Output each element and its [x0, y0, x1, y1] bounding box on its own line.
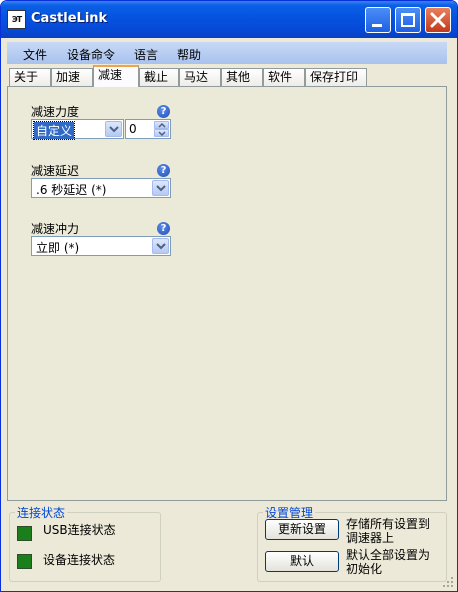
brake-punch-label: 减速冲力 — [31, 222, 80, 236]
maximize-button[interactable] — [395, 7, 421, 33]
app-logo-icon: ЭТ — [7, 10, 26, 29]
default-desc-line2: 初始化 — [346, 562, 383, 576]
resize-grip-icon[interactable] — [442, 576, 454, 588]
brake-strength-stepper[interactable]: 0 — [125, 119, 171, 139]
menu-help[interactable]: 帮助 — [177, 46, 201, 63]
braking-tab-panel — [7, 86, 447, 501]
brake-strength-spin-value: 0 — [129, 122, 137, 136]
tab-other[interactable]: 其他 — [221, 68, 263, 87]
window-title: CastleLink — [31, 11, 108, 26]
dropdown-button[interactable] — [152, 238, 169, 254]
chevron-up-icon — [158, 123, 166, 128]
tab-strip: 关于 加速 减速 截止 马达 其他 软件 保存打印 — [7, 65, 447, 87]
stepper-down-button[interactable] — [154, 129, 169, 137]
update-desc-line2: 调速器上 — [346, 531, 395, 545]
brake-strength-select[interactable]: 自定义 — [31, 119, 124, 140]
brake-delay-value: .6 秒延迟 (*) — [36, 183, 107, 197]
update-settings-description: 存储所有设置到 调速器上 — [346, 517, 430, 545]
brake-punch-select[interactable]: 立即 (*) — [31, 236, 171, 256]
chevron-down-icon — [109, 126, 119, 133]
usb-status-led — [17, 526, 32, 541]
help-icon[interactable]: ? — [157, 105, 170, 118]
tab-cutoff[interactable]: 截止 — [139, 68, 179, 87]
menu-bar: 文件 设备命令 语言 帮助 — [7, 42, 447, 64]
tab-software[interactable]: 软件 — [263, 68, 305, 87]
close-icon — [430, 12, 446, 28]
default-description: 默认全部设置为 初始化 — [346, 548, 430, 576]
default-desc-line1: 默认全部设置为 — [346, 548, 431, 562]
tab-acceleration[interactable]: 加速 — [51, 68, 93, 87]
chevron-down-icon — [156, 185, 166, 192]
tab-about[interactable]: 关于 — [9, 68, 51, 87]
menu-device-commands[interactable]: 设备命令 — [67, 46, 115, 63]
minimize-button[interactable] — [365, 7, 391, 33]
brake-punch-value: 立即 (*) — [36, 241, 80, 255]
device-status-led — [17, 554, 32, 569]
dropdown-button[interactable] — [105, 121, 122, 137]
chevron-down-icon — [158, 131, 166, 136]
help-icon[interactable]: ? — [157, 164, 170, 177]
help-icon[interactable]: ? — [157, 222, 170, 235]
app-window: ЭТ CastleLink 文件 设备命令 语言 帮助 关于 加速 减速 截止 … — [0, 0, 458, 592]
default-button[interactable]: 默认 — [265, 551, 339, 572]
dropdown-button[interactable] — [152, 180, 169, 196]
brake-strength-label: 减速力度 — [31, 105, 80, 119]
menu-file[interactable]: 文件 — [23, 46, 47, 63]
minimize-icon — [372, 24, 382, 27]
close-button[interactable] — [425, 7, 451, 33]
title-bar[interactable]: ЭТ CastleLink — [1, 1, 457, 38]
brake-delay-label: 减速延迟 — [31, 164, 80, 178]
brake-strength-value: 自定义 — [32, 121, 76, 140]
tab-save-print[interactable]: 保存打印 — [305, 68, 367, 87]
stepper-up-button[interactable] — [154, 121, 169, 129]
tab-motor[interactable]: 马达 — [179, 68, 221, 87]
update-settings-button[interactable]: 更新设置 — [265, 519, 339, 540]
menu-language[interactable]: 语言 — [134, 46, 158, 63]
device-status-label: 设备连接状态 — [43, 553, 116, 567]
usb-status-label: USB连接状态 — [43, 523, 116, 537]
chevron-down-icon — [156, 243, 166, 250]
maximize-icon — [401, 13, 415, 27]
update-desc-line1: 存储所有设置到 — [346, 517, 431, 531]
connection-status-title: 连接状态 — [15, 504, 68, 521]
brake-delay-select[interactable]: .6 秒延迟 (*) — [31, 178, 171, 198]
tab-braking[interactable]: 减速 — [93, 65, 139, 87]
